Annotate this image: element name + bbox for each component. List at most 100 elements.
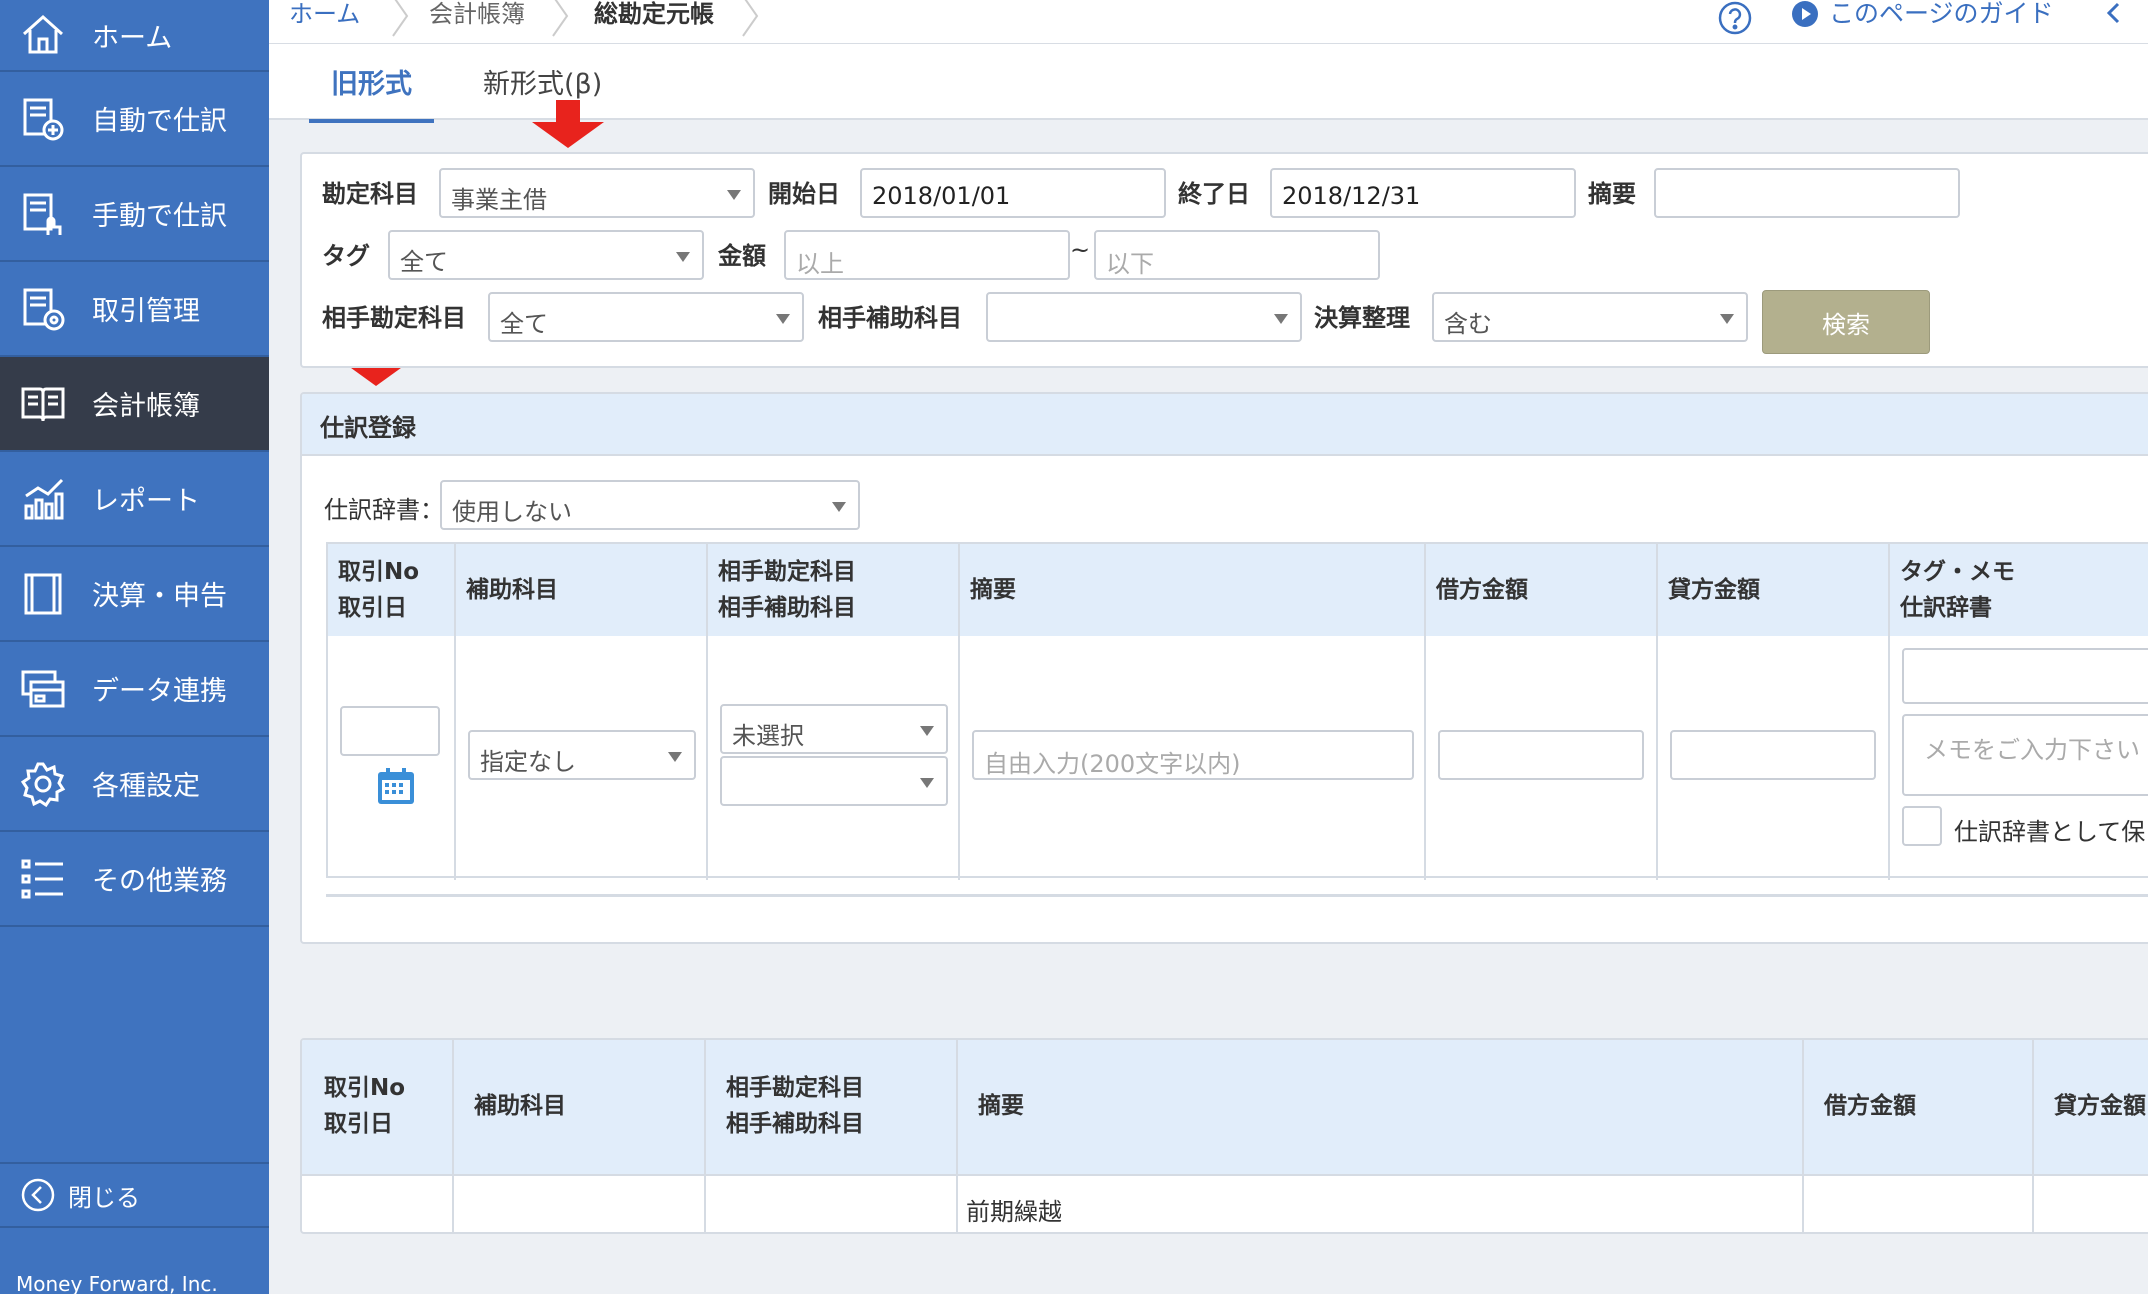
journal-entry-table: 取引No 取引日 補助科目 相手勘定科目 相手補助科目 摘要 借方金額 貸方金額… [326, 542, 2148, 880]
account-label: 勘定科目 [322, 180, 418, 208]
table-row: 前期繰越 [302, 1178, 2148, 1232]
sidebar-item-settings[interactable]: 各種設定 [0, 737, 269, 832]
report-chart-icon [18, 474, 68, 524]
auto-journal-icon [18, 94, 68, 144]
column-divider [1424, 544, 1426, 880]
memo-filter-input[interactable] [1654, 168, 1960, 218]
page-guide-link[interactable]: このページのガイド [1829, 0, 2054, 30]
debit-amount-input[interactable] [1438, 730, 1644, 780]
start-date-input[interactable]: 2018/01/01 [860, 168, 1166, 218]
sidebar-item-other[interactable]: その他業務 [0, 832, 269, 927]
sidebar-item-settlement[interactable]: 決算・申告 [0, 547, 269, 642]
column-header-sub: 補助科目 [466, 577, 558, 603]
transaction-icon [18, 284, 68, 334]
counter-sub-label: 相手補助科目 [818, 304, 962, 332]
sidebar-close-label: 閉じる [68, 1183, 140, 1212]
ledger-column-counter: 相手勘定科目 相手補助科目 [726, 1070, 864, 1142]
amount-min-input[interactable]: 以上 [784, 230, 1070, 280]
home-icon [18, 10, 68, 60]
column-header-counter: 相手勘定科目 相手補助科目 [718, 554, 856, 626]
sub-account-select[interactable]: 指定なし [468, 730, 696, 780]
tag-label: タグ [322, 242, 370, 270]
amount-range-separator: ~ [1070, 236, 1091, 264]
account-select[interactable]: 事業主借 [439, 168, 755, 218]
sidebar-item-home[interactable]: ホーム [0, 0, 269, 72]
sidebar-item-data-link[interactable]: データ連携 [0, 642, 269, 737]
company-name: Money Forward, Inc. [16, 1272, 218, 1294]
sidebar-item-transactions[interactable]: 取引管理 [0, 262, 269, 357]
journal-dict-select[interactable]: 使用しない [440, 480, 860, 530]
column-header-credit: 貸方金額 [1668, 577, 1760, 603]
ledger-column-credit: 貸方金額 [2054, 1093, 2146, 1119]
counter-account-select[interactable]: 全て [488, 292, 804, 342]
breadcrumb-current: 総勘定元帳 [594, 0, 714, 28]
play-circle-icon[interactable] [1791, 0, 1819, 28]
save-dict-checkbox[interactable] [1902, 806, 1942, 846]
ledger-column-sub: 補助科目 [474, 1093, 566, 1119]
data-link-icon [18, 664, 68, 714]
ledger-column-counter-line1: 相手勘定科目 [726, 1075, 864, 1101]
tab-old-format[interactable]: 旧形式 [309, 62, 434, 123]
amount-max-input[interactable]: 以下 [1094, 230, 1380, 280]
column-header-no: 取引No 取引日 [338, 554, 419, 626]
settlement-select[interactable]: 含む [1432, 292, 1748, 342]
ledger-table: 取引No 取引日 補助科目 相手勘定科目 相手補助科目 摘要 借方金額 貸方金額… [300, 1038, 2148, 1234]
memo-entry-input[interactable]: 自由入力(200文字以内) [972, 730, 1414, 780]
transaction-no-input[interactable] [340, 706, 440, 756]
settlement-label: 決算整理 [1314, 304, 1410, 332]
column-divider [706, 544, 708, 880]
sidebar-item-ledger[interactable]: 会計帳簿 [0, 357, 269, 452]
sidebar: ホーム 自動で仕訳 手動で仕訳 取引管理 会計帳簿 レポート 決算・申告 データ… [0, 0, 269, 1294]
help-icon[interactable] [1717, 0, 1753, 36]
sidebar-item-report[interactable]: レポート [0, 452, 269, 547]
settlement-icon [18, 569, 68, 619]
credit-amount-input[interactable] [1670, 730, 1876, 780]
ledger-column-debit: 借方金額 [1824, 1093, 1916, 1119]
breadcrumb-ledger[interactable]: 会計帳簿 [429, 0, 525, 29]
column-header-date-line2: 取引日 [338, 595, 407, 621]
column-header-tag: タグ・メモ 仕訳辞書 [1900, 554, 2015, 626]
column-divider [1656, 544, 1658, 880]
sidebar-item-label: データ連携 [92, 676, 227, 707]
tag-entry-input[interactable] [1902, 648, 2148, 704]
counter-account-entry-select[interactable]: 未選択 [720, 704, 948, 754]
column-divider [958, 544, 960, 880]
counter-account-label: 相手勘定科目 [322, 304, 466, 332]
sidebar-item-label: 自動で仕訳 [92, 106, 227, 137]
list-icon [18, 854, 68, 904]
ledger-row-memo: 前期繰越 [966, 1198, 1062, 1226]
header: ホーム 会計帳簿 総勘定元帳 このページのガイド [269, 0, 2148, 44]
journal-dict-label: 仕訳辞書： [324, 496, 444, 524]
manual-journal-icon [18, 189, 68, 239]
breadcrumb-home[interactable]: ホーム [289, 0, 360, 29]
sidebar-close-button[interactable]: 閉じる [0, 1162, 269, 1228]
ledger-column-counter-line2: 相手補助科目 [726, 1111, 864, 1137]
column-header-no-line1: 取引No [338, 559, 420, 585]
tag-select[interactable]: 全て [388, 230, 704, 280]
breadcrumb-separator [552, 0, 569, 37]
counter-sub-entry-select[interactable] [720, 756, 948, 806]
start-date-label: 開始日 [768, 180, 840, 208]
sidebar-item-manual-journal[interactable]: 手動で仕訳 [0, 167, 269, 262]
end-date-input[interactable]: 2018/12/31 [1270, 168, 1576, 218]
column-header-counter-line1: 相手勘定科目 [718, 559, 856, 585]
memo-label: 摘要 [1588, 180, 1636, 208]
counter-sub-select[interactable] [986, 292, 1302, 342]
sidebar-item-label: 決算・申告 [92, 581, 227, 612]
sidebar-item-label: 会計帳簿 [92, 391, 200, 422]
sidebar-item-label: 取引管理 [92, 296, 200, 327]
ledger-column-no: 取引No 取引日 [324, 1070, 405, 1142]
ledger-column-memo: 摘要 [978, 1093, 1024, 1119]
memo-note-textarea[interactable]: メモをご入力下さい [1902, 714, 2148, 796]
sidebar-item-label: ホーム [92, 22, 173, 54]
save-dict-label: 仕訳辞書として保 [1954, 818, 2146, 846]
column-header-memo: 摘要 [970, 577, 1016, 603]
column-header-tag-line1: タグ・メモ [1900, 559, 2015, 585]
sidebar-item-label: その他業務 [92, 866, 227, 897]
ledger-column-date-line2: 取引日 [324, 1111, 393, 1137]
chevron-left-icon[interactable] [2099, 0, 2129, 30]
sidebar-item-auto-journal[interactable]: 自動で仕訳 [0, 72, 269, 167]
journal-entry-panel: 仕訳登録 仕訳辞書： 使用しない 取引No 取引日 補助科目 相手勘定科目 相手… [300, 392, 2148, 944]
calendar-icon[interactable] [376, 766, 416, 806]
search-button[interactable]: 検索 [1762, 290, 1930, 354]
